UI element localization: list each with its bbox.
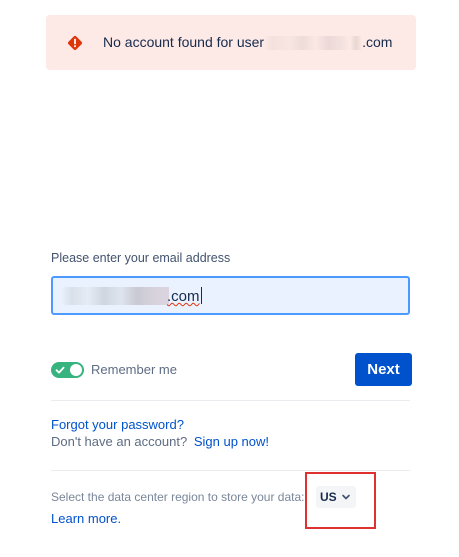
alert-message: No account found for user .com — [103, 34, 393, 51]
error-alert: No account found for user .com — [46, 15, 416, 70]
redacted-email-value — [61, 287, 169, 305]
region-prompt: Select the data center region to store y… — [51, 490, 305, 504]
remember-me-label: Remember me — [91, 362, 177, 377]
redacted-email — [264, 36, 351, 51]
check-icon — [55, 366, 65, 374]
next-button[interactable]: Next — [355, 353, 412, 386]
email-field[interactable]: .com — [51, 276, 410, 315]
no-account-text: Don't have an account? — [51, 434, 188, 449]
highlight-annotation — [305, 472, 376, 529]
alert-message-prefix: No account found for user — [103, 34, 265, 50]
divider — [51, 470, 410, 471]
error-diamond-icon — [68, 36, 82, 50]
text-caret — [200, 287, 202, 304]
remember-me-toggle[interactable] — [51, 362, 84, 378]
email-value-suffix: .com — [167, 288, 200, 305]
learn-more-link[interactable]: Learn more. — [51, 511, 121, 526]
forgot-password-link[interactable]: Forgot your password? — [51, 417, 184, 432]
alert-message-suffix: .com — [362, 34, 393, 50]
divider — [51, 400, 410, 401]
signup-prompt: Don't have an account? Sign up now! — [51, 434, 269, 449]
email-label: Please enter your email address — [51, 251, 231, 265]
toggle-knob — [70, 364, 82, 376]
email-value: .com — [167, 287, 202, 305]
redacted-email-end — [350, 36, 363, 51]
sign-up-link[interactable]: Sign up now! — [194, 434, 269, 449]
